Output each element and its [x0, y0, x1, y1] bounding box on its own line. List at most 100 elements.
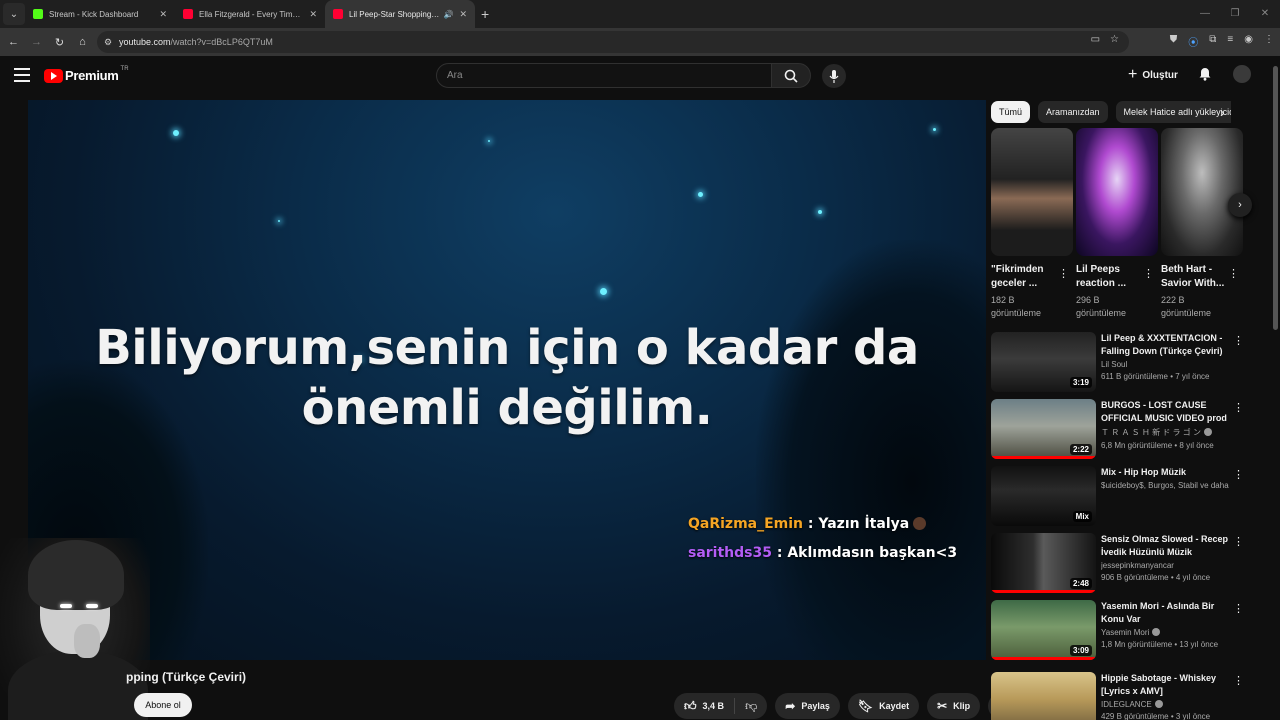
- account-avatar[interactable]: [1233, 65, 1251, 83]
- create-button[interactable]: + Oluştur: [1128, 66, 1178, 84]
- tab-title: Lil Peep-Star Shopping (Tür: [349, 9, 440, 19]
- share-button[interactable]: ➦ Paylaş: [775, 693, 840, 719]
- subscribe-button[interactable]: Abone ol: [134, 693, 192, 717]
- video-thumbnail[interactable]: 3:19: [991, 332, 1096, 392]
- video-title[interactable]: BURGOS - LOST CAUSE OFFICIAL MUSIC VIDEO…: [1101, 399, 1231, 425]
- video-thumbnail[interactable]: 2:48: [991, 533, 1096, 593]
- video-thumbnail[interactable]: Mix: [991, 466, 1096, 526]
- close-tab-icon[interactable]: ✕: [309, 9, 317, 20]
- audio-extension-icon[interactable]: ⦿: [1188, 34, 1198, 49]
- mix-badge: Mix: [1072, 511, 1092, 522]
- more-vert-icon[interactable]: ⋮: [1233, 535, 1244, 548]
- short-thumbnail[interactable]: [1076, 128, 1158, 256]
- search-button[interactable]: [771, 63, 811, 88]
- video-thumbnail[interactable]: 2:22: [991, 399, 1096, 459]
- puzzle-extensions-icon[interactable]: ⧉: [1209, 34, 1216, 49]
- channel-name[interactable]: Ｔ Ｒ Ａ Ｓ Ｈ 新 ド ラ ゴ ン: [1101, 427, 1231, 438]
- channel-name[interactable]: Lil Soul: [1101, 360, 1231, 369]
- shield-extension-icon[interactable]: ⛊: [1170, 34, 1178, 49]
- page-scrollbar[interactable]: [1271, 56, 1280, 720]
- browser-tab[interactable]: Stream - Kick Dashboard ✕: [25, 0, 175, 28]
- short-title[interactable]: Beth Hart - Savior With...: [1161, 263, 1225, 291]
- close-tab-icon[interactable]: ✕: [459, 9, 467, 20]
- kick-favicon-icon: [33, 9, 43, 19]
- video-thumbnail[interactable]: [991, 672, 1096, 720]
- browser-tab[interactable]: Ella Fitzgerald - Every Time We ✕: [175, 0, 325, 28]
- chip-from-uploader[interactable]: Melek Hatice adlı yükleyiciden: [1115, 101, 1231, 123]
- more-vert-icon[interactable]: ⋮: [1233, 468, 1244, 481]
- like-button[interactable]: 👍︎ 3,4 B: [674, 698, 736, 714]
- channel-name[interactable]: IDLEGLANCE: [1101, 700, 1231, 709]
- more-vert-icon[interactable]: ⋮: [1233, 334, 1244, 347]
- more-vert-icon[interactable]: ⋮: [1143, 267, 1154, 280]
- recommendation-item[interactable]: 3:19 Lil Peep & XXXTENTACION - Falling D…: [991, 332, 1244, 392]
- recommendation-item[interactable]: 2:48 Sensiz Olmaz Slowed - Recep İvedik …: [991, 533, 1244, 593]
- browser-menu-icon[interactable]: ⋮: [1264, 34, 1274, 49]
- voice-search-button[interactable]: [822, 64, 846, 88]
- browser-tab-bar: ⌄ Stream - Kick Dashboard ✕ Ella Fitzger…: [0, 0, 1280, 28]
- short-card[interactable]: Beth Hart - Savior With... 222 Bgörüntül…: [1161, 128, 1243, 320]
- chip-all[interactable]: Tümü: [991, 101, 1031, 123]
- bookmark-icon: 🔖︎: [857, 699, 874, 713]
- short-thumbnail[interactable]: [1161, 128, 1243, 256]
- video-title[interactable]: Sensiz Olmaz Slowed - Recep İvedik Hüzün…: [1101, 533, 1231, 559]
- search-input[interactable]: Ara: [436, 63, 772, 88]
- menu-icon[interactable]: [14, 68, 30, 82]
- chip-from-search[interactable]: Aramanızdan: [1038, 101, 1108, 123]
- recommendation-item[interactable]: Hippie Sabotage - Whiskey [Lyrics x AMV]…: [991, 672, 1241, 720]
- video-title[interactable]: Lil Peep & XXXTENTACION - Falling Down (…: [1101, 332, 1231, 358]
- video-title[interactable]: Mix - Hip Hop Müzik: [1101, 466, 1231, 479]
- clip-button[interactable]: ✂ Klip: [927, 693, 981, 719]
- short-title[interactable]: "Fikrimden geceler ...: [991, 263, 1055, 291]
- channel-name[interactable]: $uicideboy$, Burgos, Stabil ve daha fazl…: [1101, 481, 1231, 490]
- tab-title: Ella Fitzgerald - Every Time We: [199, 9, 304, 19]
- more-vert-icon[interactable]: ⋮: [1228, 267, 1239, 280]
- recommendation-item[interactable]: 2:22 BURGOS - LOST CAUSE OFFICIAL MUSIC …: [991, 399, 1244, 459]
- recommendation-item[interactable]: Mix Mix - Hip Hop Müzik $uicideboy$, Bur…: [991, 466, 1244, 526]
- minimize-icon[interactable]: —: [1190, 0, 1220, 28]
- video-title[interactable]: Yasemin Mori - Aslında Bir Konu Var: [1101, 600, 1231, 626]
- shorts-next-button[interactable]: ›: [1228, 193, 1252, 217]
- youtube-header: Premium TR Ara + Oluştur: [0, 56, 1270, 96]
- media-controls-icon[interactable]: ≡: [1227, 34, 1233, 49]
- more-vert-icon[interactable]: ⋮: [1233, 674, 1241, 687]
- video-thumbnail[interactable]: 3:09: [991, 600, 1096, 660]
- save-button[interactable]: 🔖︎ Kaydet: [847, 693, 920, 719]
- more-vert-icon[interactable]: ⋮: [1233, 401, 1244, 414]
- video-player[interactable]: Biliyorum,senin için o kadar da önemli d…: [28, 100, 986, 660]
- short-card[interactable]: "Fikrimden geceler ... 182 Bgörüntüleme …: [991, 128, 1073, 320]
- channel-name[interactable]: Yasemin Mori: [1101, 628, 1231, 637]
- profile-icon[interactable]: ◉: [1244, 34, 1253, 49]
- youtube-premium-logo[interactable]: Premium TR: [44, 66, 129, 83]
- video-meta: 906 B görüntüleme • 4 yıl önce: [1101, 573, 1211, 582]
- video-title[interactable]: Hippie Sabotage - Whiskey [Lyrics x AMV]: [1101, 672, 1231, 698]
- site-info-icon[interactable]: ⚙: [97, 37, 119, 48]
- recommendation-item[interactable]: 3:09 Yasemin Mori - Aslında Bir Konu Var…: [991, 600, 1244, 660]
- more-vert-icon[interactable]: ⋮: [1233, 602, 1244, 615]
- restore-icon[interactable]: ❐: [1220, 0, 1250, 28]
- dislike-button[interactable]: 👎︎: [735, 699, 767, 714]
- back-icon[interactable]: ←: [2, 36, 25, 48]
- browser-tab-active[interactable]: Lil Peep-Star Shopping (Tür 🔊 ✕: [325, 0, 475, 28]
- home-icon[interactable]: ⌂: [71, 36, 94, 48]
- youtube-favicon-icon: [183, 9, 193, 19]
- reload-icon[interactable]: ↻: [48, 36, 71, 49]
- close-tab-icon[interactable]: ✕: [159, 9, 167, 20]
- notifications-button[interactable]: [1198, 66, 1212, 86]
- tab-search-button[interactable]: ⌄: [3, 3, 25, 25]
- new-tab-button[interactable]: +: [481, 6, 489, 22]
- channel-name[interactable]: jessepinkmanyancar: [1101, 561, 1231, 570]
- short-title[interactable]: Lil Peeps reaction ...: [1076, 263, 1140, 291]
- speaker-icon[interactable]: 🔊: [443, 10, 453, 19]
- forward-icon[interactable]: →: [25, 36, 48, 48]
- bookmark-star-icon[interactable]: ☆: [1110, 34, 1119, 45]
- chevron-right-icon[interactable]: ›: [1220, 104, 1225, 120]
- cast-icon[interactable]: ▭: [1091, 34, 1100, 45]
- short-views: 182 Bgörüntüleme: [991, 295, 1042, 318]
- short-card[interactable]: Lil Peeps reaction ... 296 Bgörüntüleme …: [1076, 128, 1158, 320]
- scrollbar-thumb[interactable]: [1273, 66, 1278, 330]
- short-thumbnail[interactable]: [991, 128, 1073, 256]
- close-window-icon[interactable]: ✕: [1250, 0, 1280, 28]
- address-bar[interactable]: ⚙ youtube.com/watch?v=dBcLP6QT7uM ▭ ☆: [97, 31, 1129, 53]
- more-vert-icon[interactable]: ⋮: [1058, 267, 1069, 280]
